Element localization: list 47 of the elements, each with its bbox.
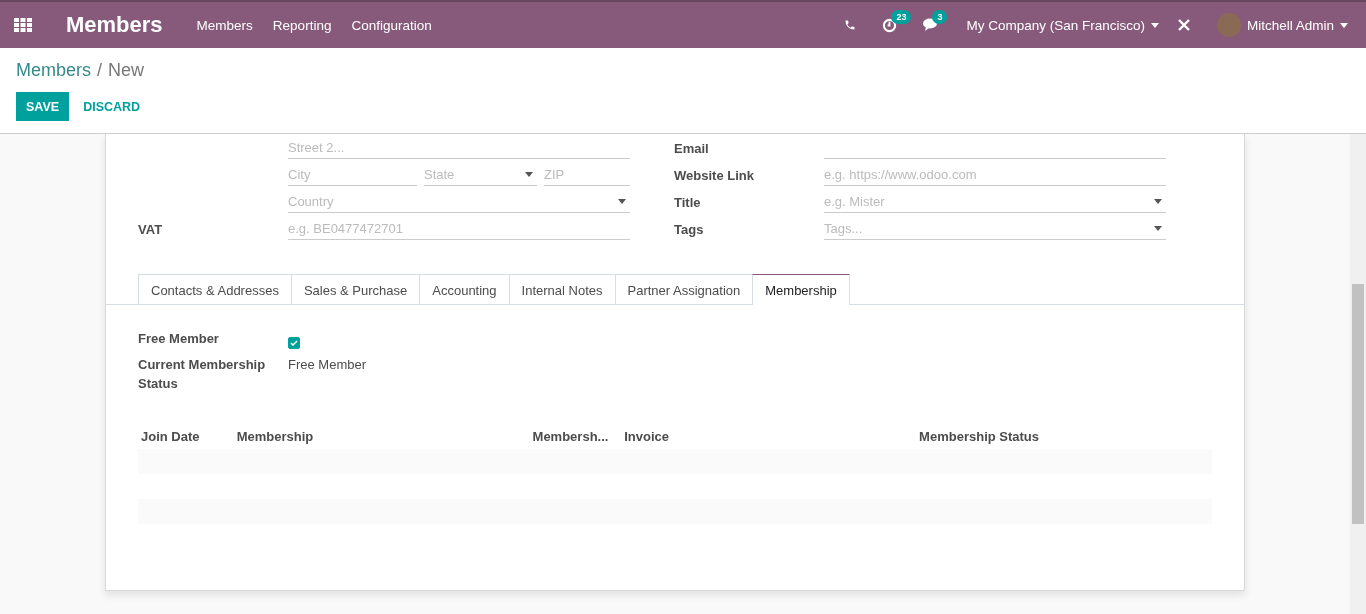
tab[interactable]: Contacts & Addresses: [138, 274, 292, 304]
field-label: Website Link: [674, 168, 755, 185]
breadcrumb-link[interactable]: Members: [16, 60, 91, 81]
field-label: VAT: [138, 222, 164, 239]
column-header[interactable]: Membership Status: [916, 428, 1212, 444]
activity-count-badge: 23: [891, 9, 912, 24]
field-value: Free Member: [288, 356, 367, 374]
country-select[interactable]: Country: [288, 191, 630, 213]
menu-item[interactable]: Members: [196, 17, 253, 33]
breadcrumb-separator: /: [97, 60, 103, 81]
menu-item[interactable]: Configuration: [351, 17, 432, 33]
caret-icon: [525, 172, 533, 177]
field-label: Tags: [674, 222, 705, 239]
menu-item[interactable]: Reporting: [272, 17, 332, 33]
select-field[interactable]: Tags...: [824, 218, 1166, 240]
field-label: Free Member: [138, 331, 220, 348]
caret-icon: [1154, 226, 1162, 231]
scrollbar-thumb[interactable]: [1352, 284, 1364, 524]
field-label: Current Membership Status: [138, 356, 267, 393]
caret-icon: [1154, 199, 1162, 204]
street2-field[interactable]: Street 2...: [288, 137, 630, 159]
column-header[interactable]: Invoice: [621, 428, 917, 444]
message-count-badge: 3: [932, 10, 948, 24]
user-menu[interactable]: Mitchell Admin: [1216, 13, 1348, 37]
caret-icon: [1150, 22, 1159, 28]
zip-field[interactable]: ZIP: [544, 164, 630, 186]
caret-icon: [1340, 22, 1348, 28]
phone-icon[interactable]: [844, 19, 857, 31]
checkbox[interactable]: [288, 337, 300, 349]
select-field[interactable]: e.g. Mister: [824, 191, 1166, 213]
company-switcher[interactable]: My Company (San Francisco): [966, 17, 1159, 33]
avatar: [1216, 13, 1241, 37]
column-header[interactable]: Join Date: [138, 428, 234, 444]
vat-field[interactable]: e.g. BE0477472701: [288, 218, 630, 240]
city-field[interactable]: City: [288, 164, 417, 186]
apps-menu-icon[interactable]: [14, 18, 32, 32]
caret-icon: [618, 199, 626, 204]
input-field[interactable]: e.g. https://www.odoo.com: [824, 164, 1166, 186]
breadcrumb-current: New: [108, 60, 145, 81]
clock-icon[interactable]: [882, 17, 898, 33]
app-title: Members: [66, 12, 163, 38]
field-label: Email: [674, 141, 710, 158]
tab[interactable]: Membership: [752, 274, 850, 305]
column-header[interactable]: Membership: [233, 428, 530, 444]
state-select[interactable]: State: [424, 164, 537, 186]
column-header[interactable]: Membersh...: [529, 428, 622, 444]
field-label: Title: [674, 195, 702, 212]
